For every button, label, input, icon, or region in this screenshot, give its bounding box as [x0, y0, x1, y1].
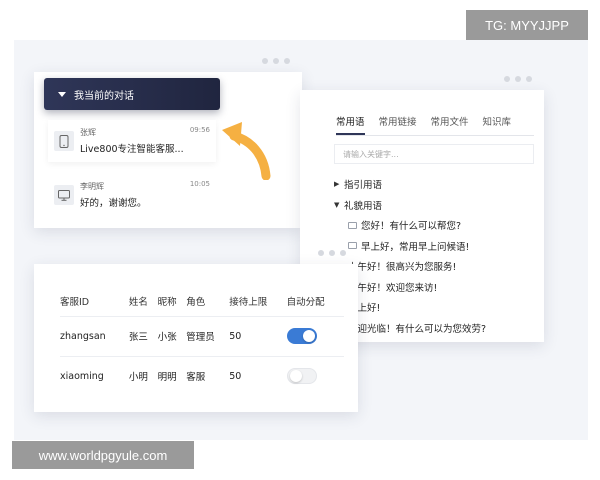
col-role: 角色	[186, 296, 206, 308]
search-input[interactable]: 请输入关键字...	[334, 144, 534, 164]
phrase-text: 上午好！很高兴为您服务!	[348, 262, 457, 274]
phrases-tree: ▶ 指引用语 ▼ 礼貌用语 您好！有什么可以帮您? 早上好，常用早上问候语! 上…	[334, 174, 540, 338]
message-icon	[348, 221, 357, 229]
window-dots	[262, 58, 290, 64]
group-polite-phrases[interactable]: ▼ 礼貌用语	[334, 195, 540, 216]
phrase-item[interactable]: 晚上好!	[334, 297, 540, 318]
conversation-time: 10:05	[189, 180, 210, 188]
agent-table: 客服ID 姓名 昵称 角色 接待上限 自动分配 zhangsan 张三 小张 管…	[60, 286, 344, 396]
cell-auto-assign	[286, 315, 344, 356]
conversation-header[interactable]: 我当前的对话	[44, 78, 220, 110]
col-nickname: 昵称	[157, 296, 177, 308]
conversation-item[interactable]: 李明辉 好的，谢谢您。 10:05	[48, 174, 216, 216]
phrase-item[interactable]: 早上好，常用早上问候语!	[334, 236, 540, 257]
col-limit: 接待上限	[229, 296, 268, 308]
phrase-item[interactable]: 您好！有什么可以帮您?	[334, 215, 540, 236]
conversation-message: Live800专注智能客服...	[80, 144, 184, 155]
col-agent-id: 客服ID	[60, 296, 90, 308]
cell-role: 客服	[186, 355, 230, 396]
chevron-down-icon	[58, 91, 66, 97]
cell-limit: 50	[229, 355, 287, 396]
phone-icon	[54, 131, 74, 151]
group-guide-phrases[interactable]: ▶ 指引用语	[334, 174, 540, 195]
phrase-item[interactable]: 欢迎光临！有什么可以为您效劳?	[334, 318, 540, 339]
conversation-time: 09:56	[189, 126, 210, 134]
caret-right-icon: ▶	[334, 180, 340, 189]
group-label: 礼貌用语	[344, 200, 383, 212]
phrase-text: 欢迎光临！有什么可以为您效劳?	[348, 323, 487, 335]
cell-nickname: 明明	[157, 355, 187, 396]
phrase-text: 您好！有什么可以帮您?	[361, 221, 462, 233]
cell-nickname: 小张	[157, 315, 187, 356]
window-dots	[318, 250, 346, 256]
table-row: zhangsan 张三 小张 管理员 50	[60, 315, 344, 356]
phrases-tabs: 常用语 常用链接 常用文件 知识库	[336, 112, 534, 136]
caret-down-icon: ▼	[334, 200, 340, 209]
col-auto-assign: 自动分配	[286, 296, 325, 308]
watermark-bottom: www.worldpgyule.com	[12, 441, 194, 469]
conversation-header-label: 我当前的对话	[74, 90, 134, 102]
message-icon	[348, 242, 357, 250]
window-dots	[504, 76, 532, 82]
pointer-arrow-icon	[222, 122, 271, 180]
cell-name: 张三	[128, 315, 158, 356]
conversation-message: 好的，谢谢您。	[80, 198, 147, 209]
agent-table-panel: 客服ID 姓名 昵称 角色 接待上限 自动分配 zhangsan 张三 小张 管…	[34, 250, 358, 412]
phrase-item[interactable]: 下午好！欢迎您来访!	[334, 277, 540, 298]
monitor-icon	[54, 185, 74, 205]
auto-assign-toggle[interactable]	[286, 328, 317, 344]
phrase-text: 下午好！欢迎您来访!	[348, 282, 438, 294]
auto-assign-toggle[interactable]	[286, 368, 317, 385]
phrase-item[interactable]: 上午好！很高兴为您服务!	[334, 256, 540, 277]
group-label: 指引用语	[344, 180, 383, 192]
tab-common-files[interactable]: 常用文件	[431, 112, 469, 135]
tab-common-phrases[interactable]: 常用语	[336, 112, 365, 135]
tab-common-links[interactable]: 常用链接	[379, 112, 417, 135]
cell-id: xiaoming	[60, 355, 129, 396]
col-name: 姓名	[128, 296, 148, 308]
table-row: xiaoming 小明 明明 客服 50	[60, 355, 344, 396]
cell-auto-assign	[286, 355, 344, 396]
cell-limit: 50	[229, 315, 287, 356]
cell-role: 管理员	[186, 315, 230, 356]
cell-id: zhangsan	[60, 315, 129, 356]
cell-name: 小明	[128, 355, 158, 396]
watermark-top: TG: MYYJJPP	[466, 10, 588, 40]
tab-knowledge-base[interactable]: 知识库	[483, 112, 512, 135]
conversation-item[interactable]: 张辉 Live800专注智能客服... 09:56	[48, 120, 216, 162]
table-header-row: 客服ID 姓名 昵称 角色 接待上限 自动分配	[60, 286, 344, 316]
phrase-text: 早上好，常用早上问候语!	[361, 241, 470, 253]
